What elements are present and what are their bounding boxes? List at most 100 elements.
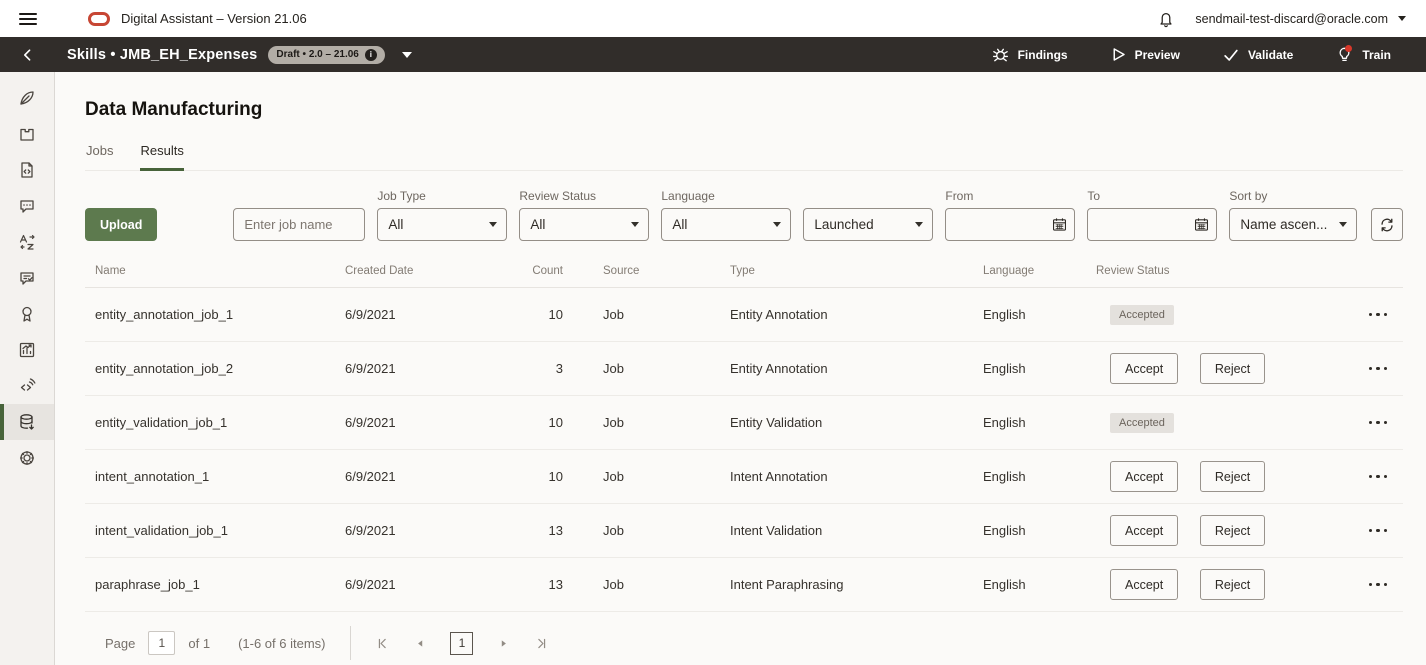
tab-results[interactable]: Results	[140, 143, 183, 171]
app-title: Digital Assistant – Version 21.06	[121, 11, 307, 26]
skill-header-bar: Skills • JMB_EH_Expenses Draft • 2.0 – 2…	[0, 37, 1426, 72]
accept-button[interactable]: Accept	[1110, 569, 1178, 600]
launch-status-select[interactable]: Launched	[803, 208, 933, 241]
user-email: sendmail-test-discard@oracle.com	[1195, 12, 1388, 26]
calendar-icon[interactable]	[1051, 216, 1068, 238]
sidebar-item-channels[interactable]	[0, 368, 54, 404]
table-row: entity_annotation_job_1 6/9/2021 10 Job …	[85, 288, 1403, 342]
cell-count: 10	[475, 469, 563, 484]
status-badge-accepted: Accepted	[1110, 305, 1174, 325]
check-icon	[1222, 46, 1240, 64]
accept-button[interactable]: Accept	[1110, 461, 1178, 492]
cell-type: Intent Annotation	[690, 469, 943, 484]
main-content: Data Manufacturing Jobs Results Upload J…	[55, 72, 1426, 665]
row-actions-menu[interactable]	[1365, 577, 1392, 593]
calendar-icon[interactable]	[1193, 216, 1210, 238]
status-badge-accepted: Accepted	[1110, 413, 1174, 433]
brand: Digital Assistant – Version 21.06	[88, 11, 307, 26]
cell-source: Job	[563, 523, 690, 538]
reject-button[interactable]: Reject	[1200, 353, 1265, 384]
page-label: Page	[105, 636, 135, 651]
feather-icon	[17, 88, 37, 108]
col-header-name: Name	[85, 265, 345, 277]
table-row: paraphrase_job_1 6/9/2021 13 Job Intent …	[85, 558, 1403, 612]
hamburger-menu-icon[interactable]	[0, 10, 55, 28]
first-page-button[interactable]	[376, 637, 390, 650]
channels-code-icon	[17, 376, 37, 396]
current-page-button[interactable]: 1	[450, 632, 473, 655]
cell-review-status: Accepted Accept Reject	[1056, 413, 1336, 433]
back-button[interactable]	[0, 47, 55, 63]
notifications-bell-icon[interactable]	[1157, 10, 1175, 28]
next-page-button[interactable]	[496, 638, 510, 649]
preview-label: Preview	[1135, 48, 1180, 62]
sidebar-item-quality[interactable]	[0, 296, 54, 332]
sidebar-item-data-manufacturing[interactable]	[0, 404, 54, 440]
reject-button[interactable]: Reject	[1200, 515, 1265, 546]
insights-chart-icon	[17, 340, 37, 360]
table-header-row: Name Created Date Count Source Type Lang…	[85, 254, 1403, 288]
document-code-icon	[17, 160, 37, 180]
ribbon-icon	[17, 304, 37, 324]
account-menu[interactable]: sendmail-test-discard@oracle.com	[1195, 12, 1406, 26]
data-manufacturing-database-icon	[17, 412, 37, 432]
cell-count: 3	[475, 361, 563, 376]
bug-icon	[991, 45, 1010, 64]
preview-button[interactable]: Preview	[1089, 37, 1201, 72]
sidebar-item-settings[interactable]	[0, 440, 54, 476]
sidebar-item-skill-store[interactable]	[0, 116, 54, 152]
cell-created-date: 6/9/2021	[345, 577, 475, 592]
accept-button[interactable]: Accept	[1110, 353, 1178, 384]
row-actions-menu[interactable]	[1365, 361, 1392, 377]
skill-menu-chevron-icon[interactable]	[402, 52, 412, 58]
chevron-down-icon	[915, 222, 923, 227]
sidebar-item-artifacts[interactable]	[0, 152, 54, 188]
cell-name: entity_annotation_job_2	[85, 361, 345, 376]
cell-language: English	[943, 415, 1056, 430]
sidebar-item-conversation[interactable]	[0, 188, 54, 224]
version-badge: Draft • 2.0 – 21.06 i	[268, 46, 384, 64]
row-actions-menu[interactable]	[1365, 469, 1392, 485]
refresh-button[interactable]	[1371, 208, 1403, 241]
train-label: Train	[1362, 48, 1391, 62]
accept-button[interactable]: Accept	[1110, 515, 1178, 546]
cell-count: 10	[475, 415, 563, 430]
pagination-bar: Page 1 of 1 (1-6 of 6 items) 1	[85, 624, 1403, 662]
col-header-language: Language	[943, 265, 1056, 277]
cell-count: 10	[475, 307, 563, 322]
validate-button[interactable]: Validate	[1201, 37, 1314, 72]
settings-gear-icon	[17, 448, 37, 468]
cell-created-date: 6/9/2021	[345, 361, 475, 376]
row-actions-menu[interactable]	[1365, 307, 1392, 323]
from-label: From	[945, 189, 1075, 203]
cell-language: English	[943, 469, 1056, 484]
upload-button[interactable]: Upload	[85, 208, 157, 241]
language-select[interactable]: All	[661, 208, 791, 241]
info-icon[interactable]: i	[365, 49, 377, 61]
cell-created-date: 6/9/2021	[345, 307, 475, 322]
job-name-input[interactable]	[233, 208, 365, 241]
reject-button[interactable]: Reject	[1200, 461, 1265, 492]
tab-jobs[interactable]: Jobs	[86, 143, 113, 171]
sort-by-select[interactable]: Name ascen...	[1229, 208, 1357, 241]
refresh-icon	[1378, 216, 1396, 234]
review-status-select[interactable]: All	[519, 208, 649, 241]
table-row: entity_validation_job_1 6/9/2021 10 Job …	[85, 396, 1403, 450]
cell-language: English	[943, 361, 1056, 376]
cell-type: Intent Paraphrasing	[690, 577, 943, 592]
page-number-input[interactable]: 1	[148, 631, 175, 655]
last-page-button[interactable]	[533, 637, 547, 650]
previous-page-button[interactable]	[413, 638, 427, 649]
sidebar-item-flows[interactable]	[0, 80, 54, 116]
chevron-down-icon	[1398, 16, 1406, 21]
row-actions-menu[interactable]	[1365, 415, 1392, 431]
findings-button[interactable]: Findings	[970, 37, 1089, 72]
reject-button[interactable]: Reject	[1200, 569, 1265, 600]
sidebar-item-translate[interactable]	[0, 224, 54, 260]
sidebar-item-insights[interactable]	[0, 332, 54, 368]
train-button[interactable]: Train	[1314, 37, 1412, 72]
sidebar-item-annotation[interactable]	[0, 260, 54, 296]
job-type-select[interactable]: All	[377, 208, 507, 241]
row-actions-menu[interactable]	[1365, 523, 1392, 539]
cell-type: Intent Validation	[690, 523, 943, 538]
